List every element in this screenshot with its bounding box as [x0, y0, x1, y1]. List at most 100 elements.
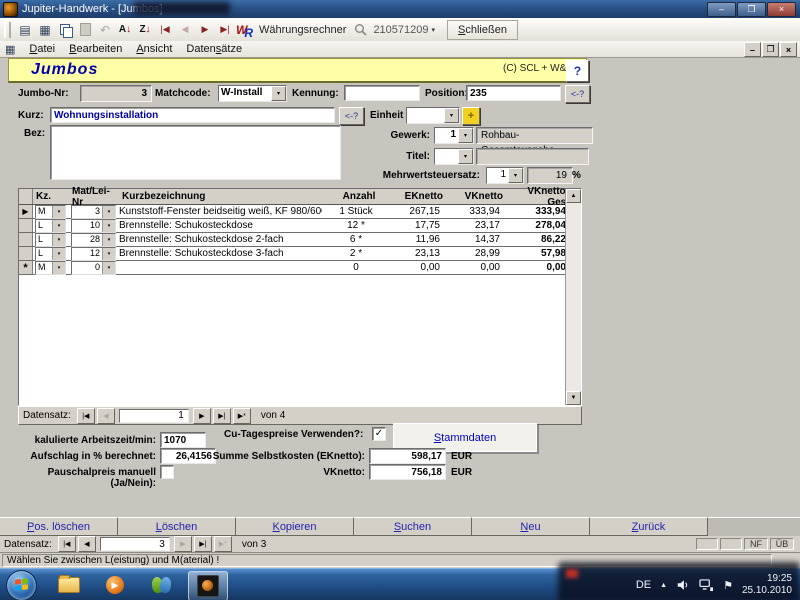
- table-row[interactable]: ▶ M▾ 3▾ Kunststoff-Fenster beidseitig we…: [19, 205, 581, 219]
- first-record-button[interactable]: |◀: [77, 408, 95, 424]
- chevron-down-icon[interactable]: ▾: [444, 108, 459, 123]
- undo-icon[interactable]: ↶: [95, 20, 115, 39]
- cell-vk[interactable]: 0,00: [450, 262, 510, 273]
- taskbar-explorer-icon[interactable]: [50, 571, 88, 599]
- current-record-field[interactable]: 1: [119, 409, 189, 423]
- network-icon[interactable]: [699, 579, 714, 592]
- nr-combo[interactable]: 28▾: [71, 233, 116, 247]
- cell-desc[interactable]: Brennstelle: Schukosteckdose: [115, 220, 322, 231]
- show-hidden-icons-icon[interactable]: ▲: [660, 582, 667, 589]
- arbeitszeit-input[interactable]: [160, 432, 206, 448]
- last-record-button[interactable]: ▶|: [213, 408, 231, 424]
- taskbar-clock[interactable]: 19:25 25.10.2010: [742, 573, 792, 598]
- summe-input[interactable]: [369, 448, 446, 464]
- kurz-input[interactable]: [50, 107, 335, 123]
- cell-vkg[interactable]: 0,00: [510, 262, 572, 273]
- cell-qty[interactable]: 2 *: [322, 248, 390, 259]
- action-center-flag-icon[interactable]: ⚑: [723, 579, 733, 592]
- new-record-selector[interactable]: *: [19, 261, 33, 274]
- first-record-button[interactable]: |◀: [58, 536, 76, 552]
- cell-vk[interactable]: 14,37: [450, 234, 510, 245]
- menu-datei[interactable]: Datei: [22, 42, 62, 56]
- col-qty[interactable]: Anzahl: [325, 191, 393, 202]
- chevron-down-icon[interactable]: ▾: [508, 168, 523, 183]
- menu-bearbeiten[interactable]: Bearbeiten: [62, 42, 129, 56]
- kennung-input[interactable]: [344, 85, 420, 101]
- search-icon[interactable]: [354, 23, 367, 36]
- pauschalpreis-checkbox[interactable]: [160, 465, 174, 479]
- taskbar-jupiter-app-icon[interactable]: [188, 571, 228, 600]
- cell-desc[interactable]: Kunststoff-Fenster beidseitig weiß, KF 9…: [115, 206, 322, 217]
- col-vk[interactable]: VKnetto: [453, 191, 513, 202]
- new-record-button[interactable]: ▶*: [233, 408, 251, 424]
- mdi-minimize-button[interactable]: –: [744, 42, 761, 57]
- form-view-icon[interactable]: ▤: [15, 20, 35, 39]
- cell-ek[interactable]: 0,00: [390, 262, 450, 273]
- next-record-button[interactable]: ▶: [174, 536, 192, 552]
- cell-vkg[interactable]: 57,98: [510, 248, 572, 259]
- currency-calculator-icon[interactable]: WR: [235, 23, 257, 37]
- chevron-down-icon[interactable]: ▾: [271, 86, 286, 101]
- previous-record-button[interactable]: ◀: [97, 408, 115, 424]
- volume-icon[interactable]: [676, 578, 690, 592]
- scroll-down-icon[interactable]: ▼: [566, 391, 581, 405]
- vknetto-input[interactable]: [369, 464, 446, 480]
- cell-qty[interactable]: 0: [322, 262, 390, 273]
- position-ref-button[interactable]: <-?: [565, 85, 590, 103]
- chevron-down-icon[interactable]: ▾: [458, 149, 473, 164]
- mwst-combo[interactable]: 1 ▾: [486, 167, 524, 184]
- nr-combo[interactable]: 3▾: [71, 205, 116, 219]
- table-scrollbar[interactable]: ▲ ▼: [565, 189, 581, 405]
- kurz-ref-button[interactable]: <-?: [339, 107, 364, 125]
- col-kz[interactable]: Kz.: [33, 191, 72, 202]
- chevron-down-icon[interactable]: ▾: [458, 128, 473, 143]
- table-row[interactable]: L▾ 28▾ Brennstelle: Schukosteckdose 2-fa…: [19, 233, 581, 247]
- toolbar-grip[interactable]: [4, 22, 11, 38]
- taskbar-media-player-icon[interactable]: ▶: [96, 571, 134, 599]
- sort-ascending-icon[interactable]: A↓: [115, 20, 135, 39]
- close-button[interactable]: ×: [767, 2, 796, 17]
- scroll-up-icon[interactable]: ▲: [566, 189, 581, 203]
- cell-vk[interactable]: 333,94: [450, 206, 510, 217]
- cell-qty[interactable]: 12 *: [322, 220, 390, 231]
- kopieren-button[interactable]: Kopieren: [236, 517, 354, 536]
- menu-ansicht[interactable]: Ansicht: [129, 42, 179, 56]
- titel-combo[interactable]: ▾: [434, 148, 474, 165]
- cell-ek[interactable]: 267,15: [390, 206, 450, 217]
- minimize-button[interactable]: –: [707, 2, 736, 17]
- language-indicator[interactable]: DE: [636, 579, 651, 591]
- pos-loeschen-button[interactable]: Pos. löschen: [0, 517, 118, 536]
- kz-combo[interactable]: L▾: [35, 247, 66, 261]
- menu-datensaetze[interactable]: Datensätze: [179, 42, 249, 56]
- table-row[interactable]: L▾ 12▾ Brennstelle: Schukosteckdose 3-fa…: [19, 247, 581, 261]
- mdi-close-button[interactable]: ×: [780, 42, 797, 57]
- current-record-field[interactable]: 3: [100, 537, 170, 551]
- nr-combo[interactable]: 0▾: [71, 261, 116, 275]
- cell-vkg[interactable]: 86,22: [510, 234, 572, 245]
- help-button[interactable]: ?: [566, 60, 589, 82]
- zurueck-button[interactable]: Zurück: [590, 517, 708, 536]
- start-button[interactable]: [6, 570, 37, 600]
- copy-icon[interactable]: [55, 20, 75, 39]
- table-row-new[interactable]: * M▾ 0▾ 0 0,00 0,00 0,00: [19, 261, 581, 275]
- col-desc[interactable]: Kurzbezeichnung: [118, 191, 325, 202]
- cell-vk[interactable]: 23,17: [450, 220, 510, 231]
- record-selector[interactable]: ▶: [19, 205, 33, 218]
- neu-button[interactable]: Neu: [472, 517, 590, 536]
- record-selector[interactable]: [19, 219, 33, 232]
- currency-calculator-label[interactable]: Währungsrechner: [259, 24, 346, 36]
- mdi-restore-button[interactable]: ❐: [762, 42, 779, 57]
- previous-record-icon[interactable]: ◀: [175, 20, 195, 39]
- datasheet-view-icon[interactable]: ▦: [35, 20, 55, 39]
- record-selector[interactable]: [19, 233, 33, 246]
- kz-combo[interactable]: L▾: [35, 233, 66, 247]
- cell-vkg[interactable]: 333,94: [510, 206, 572, 217]
- kz-combo[interactable]: M▾: [35, 205, 66, 219]
- cell-ek[interactable]: 17,75: [390, 220, 450, 231]
- sort-descending-icon[interactable]: Z↓: [135, 20, 155, 39]
- cell-ek[interactable]: 23,13: [390, 248, 450, 259]
- previous-record-button[interactable]: ◀: [78, 536, 96, 552]
- kz-combo[interactable]: L▾: [35, 219, 66, 233]
- taskbar-messenger-icon[interactable]: [142, 571, 180, 599]
- add-einheit-button[interactable]: +: [462, 107, 480, 125]
